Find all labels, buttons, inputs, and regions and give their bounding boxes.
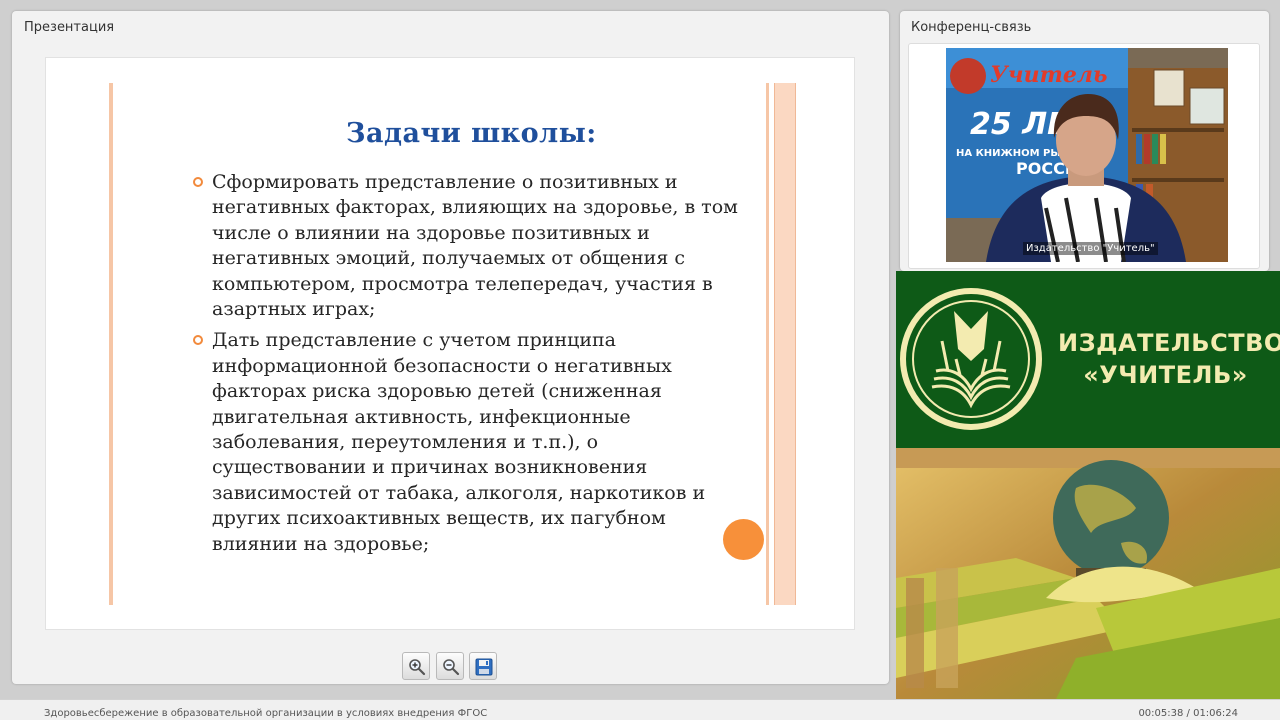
presentation-panel: Презентация Задачи школы: Сформировать п…	[12, 11, 889, 684]
slide-decor-line-right	[766, 83, 769, 605]
video-caption: Издательство "Учитель"	[1023, 242, 1158, 255]
slide-bullet-text: Дать представление с учетом принципа инф…	[212, 329, 706, 555]
conference-panel-title: Конференц-связь	[911, 20, 1032, 35]
zoom-in-button[interactable]	[402, 652, 430, 680]
publisher-logo-icon	[900, 288, 1042, 430]
banner-header: ИЗДАТЕЛЬСТВО «УЧИТЕЛЬ»	[896, 271, 1280, 448]
zoom-out-icon	[443, 659, 460, 676]
books-globe-image	[896, 448, 1280, 699]
conference-panel: Конференц-связь Учитель 25 ЛЕТ НА КНИЖНО…	[900, 11, 1269, 271]
webcam-video[interactable]: Учитель 25 ЛЕТ НА КНИЖНОМ РЫНКЕ РОССИИ И…	[946, 48, 1228, 262]
slide-bullet-text: Сформировать представление о позитивных …	[212, 171, 738, 321]
footer-bar: Здоровьесбережение в образовательной орг…	[0, 699, 1280, 720]
slide-bullet: Сформировать представление о позитивных …	[192, 170, 752, 322]
playback-time: 00:05:38 / 01:06:24	[1138, 708, 1238, 719]
publisher-banner: ИЗДАТЕЛЬСТВО «УЧИТЕЛЬ»	[896, 271, 1280, 699]
webinar-title: Здоровьесбережение в образовательной орг…	[44, 708, 488, 719]
publisher-name-line1: ИЗДАТЕЛЬСТВО	[1058, 329, 1280, 357]
video-frame: Учитель 25 ЛЕТ НА КНИЖНОМ РЫНКЕ РОССИИ И…	[908, 43, 1260, 269]
zoom-out-button[interactable]	[436, 652, 464, 680]
presentation-slide: Задачи школы: Сформировать представление…	[45, 57, 855, 630]
slide-decor-line-left	[109, 83, 113, 605]
save-button[interactable]	[469, 652, 497, 680]
publisher-name-line2: «УЧИТЕЛЬ»	[1083, 361, 1248, 389]
bullet-marker-icon	[193, 335, 203, 346]
presentation-panel-title: Презентация	[24, 20, 115, 35]
svg-text:Учитель: Учитель	[990, 62, 1107, 88]
slide-title: Задачи школы:	[346, 118, 597, 149]
floppy-disk-icon	[475, 658, 493, 676]
zoom-in-icon	[409, 659, 426, 676]
webcam-scene-image: Учитель 25 ЛЕТ НА КНИЖНОМ РЫНКЕ РОССИИ	[946, 48, 1228, 262]
publisher-name: ИЗДАТЕЛЬСТВО «УЧИТЕЛЬ»	[1058, 327, 1280, 391]
slide-bullet: Дать представление с учетом принципа инф…	[192, 328, 752, 557]
bullet-marker-icon	[193, 177, 203, 187]
slide-decor-circle	[723, 519, 764, 560]
slide-decor-band-right	[774, 83, 796, 605]
slide-bullet-list: Сформировать представление о позитивных …	[192, 170, 752, 563]
